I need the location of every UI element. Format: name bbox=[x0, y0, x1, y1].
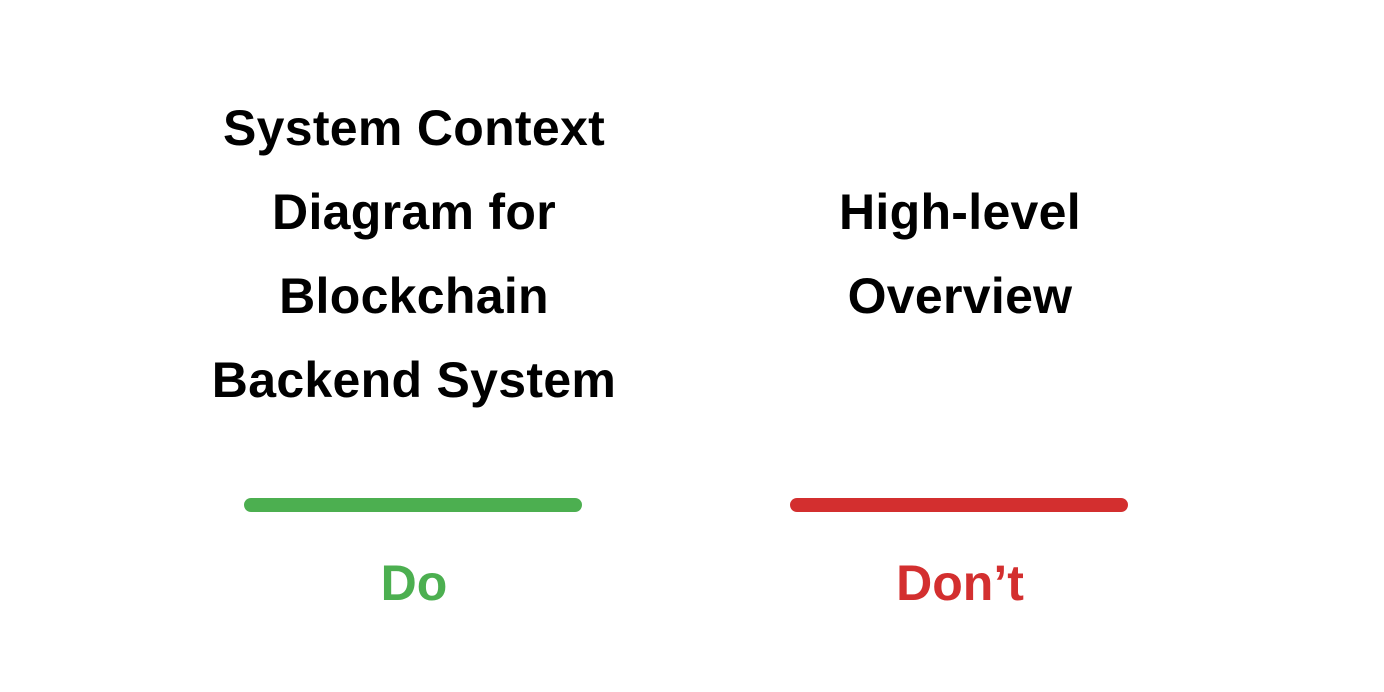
dont-indicator-bar bbox=[790, 498, 1128, 512]
dont-column: High-level Overview Don’t bbox=[680, 0, 1240, 692]
dont-label: Don’t bbox=[896, 555, 1024, 611]
do-example-line: System Context bbox=[222, 100, 606, 156]
do-example-line: Diagram for bbox=[272, 184, 556, 240]
do-column: System Context Diagram for Blockchain Ba… bbox=[134, 0, 694, 692]
dont-example-text: High-level Overview bbox=[680, 170, 1240, 338]
do-example-text: System Context Diagram for Blockchain Ba… bbox=[134, 86, 694, 422]
dont-example-line: High-level bbox=[839, 184, 1081, 240]
dont-example-line: Overview bbox=[847, 268, 1073, 324]
do-indicator-bar bbox=[244, 498, 582, 512]
do-example-line: Blockchain bbox=[279, 268, 549, 324]
do-label: Do bbox=[380, 555, 448, 611]
do-example-line: Backend System bbox=[211, 352, 617, 408]
